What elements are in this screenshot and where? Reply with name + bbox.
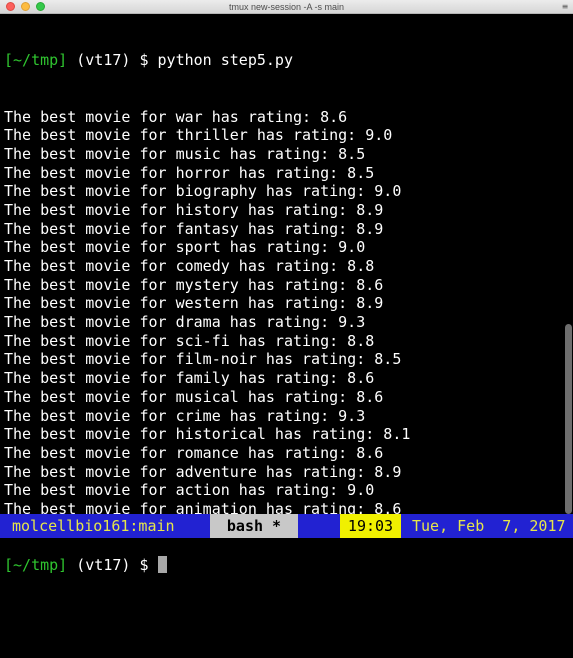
command-line: [~/tmp] (vt17) $ python step5.py bbox=[4, 51, 563, 70]
prompt-symbol: $ bbox=[139, 51, 149, 70]
prompt-symbol: $ bbox=[139, 556, 149, 575]
output-line: The best movie for romance has rating: 8… bbox=[4, 443, 384, 462]
output-line: The best movie for fantasy has rating: 8… bbox=[4, 219, 384, 238]
output-line: The best movie for musical has rating: 8… bbox=[4, 387, 384, 406]
title-bar[interactable]: tmux new-session -A -s main ≡ bbox=[0, 0, 573, 14]
output-line: The best movie for action has rating: 9.… bbox=[4, 481, 375, 500]
output-line: The best movie for film-noir has rating:… bbox=[4, 350, 402, 369]
output-line: The best movie for biography has rating:… bbox=[4, 182, 402, 201]
prompt-env: (vt17) bbox=[76, 51, 131, 70]
output-line: The best movie for western has rating: 8… bbox=[4, 294, 384, 313]
output-line: The best movie for adventure has rating:… bbox=[4, 462, 402, 481]
terminal-output[interactable]: [~/tmp] (vt17) $ python step5.py The bes… bbox=[0, 14, 563, 574]
output-line: The best movie for crime has rating: 9.3 bbox=[4, 406, 366, 425]
output-line: The best movie for horror has rating: 8.… bbox=[4, 163, 375, 182]
window-title: tmux new-session -A -s main bbox=[228, 2, 345, 12]
active-prompt-line: [~/tmp] (vt17) $ bbox=[4, 556, 563, 575]
session-name: molcellbio161:main bbox=[12, 517, 175, 535]
window-tab-bash[interactable]: bash * bbox=[210, 514, 298, 538]
output-line: The best movie for historical has rating… bbox=[4, 425, 411, 444]
command-text: python step5.py bbox=[157, 51, 293, 70]
output-line: The best movie for comedy has rating: 8.… bbox=[4, 257, 375, 275]
output-line: The best movie for history has rating: 8… bbox=[4, 200, 384, 219]
prompt-path: [~/tmp] bbox=[4, 51, 68, 70]
prompt-env: (vt17) bbox=[76, 556, 131, 575]
status-date: Tue, Feb 7, 2017 bbox=[412, 517, 566, 535]
output-line: The best movie for thriller has rating: … bbox=[4, 126, 393, 145]
output-line: The best movie for drama has rating: 9.3 bbox=[4, 313, 366, 332]
resize-icon[interactable]: ≡ bbox=[561, 2, 569, 11]
tmux-status-bar: molcellbio161:main bash * 19:03 Tue, Feb… bbox=[0, 514, 573, 538]
cursor bbox=[157, 556, 167, 574]
output-line: The best movie for sci-fi has rating: 8.… bbox=[4, 331, 375, 350]
output-line: The best movie for sport has rating: 9.0 bbox=[4, 238, 366, 257]
output-line: The best movie for music has rating: 8.5 bbox=[4, 144, 366, 163]
terminal-window: tmux new-session -A -s main ≡ [~/tmp] (v… bbox=[0, 0, 573, 574]
scrollbar[interactable] bbox=[564, 14, 573, 514]
output-lines: The best movie for war has rating: 8.6 Th… bbox=[4, 108, 563, 519]
output-line: The best movie for mystery has rating: 8… bbox=[4, 275, 384, 294]
status-time: 19:03 bbox=[340, 514, 401, 538]
scrollbar-thumb[interactable] bbox=[565, 324, 572, 514]
output-line: The best movie for war has rating: 8.6 bbox=[4, 107, 348, 126]
output-line: The best movie for family has rating: 8.… bbox=[4, 369, 375, 388]
